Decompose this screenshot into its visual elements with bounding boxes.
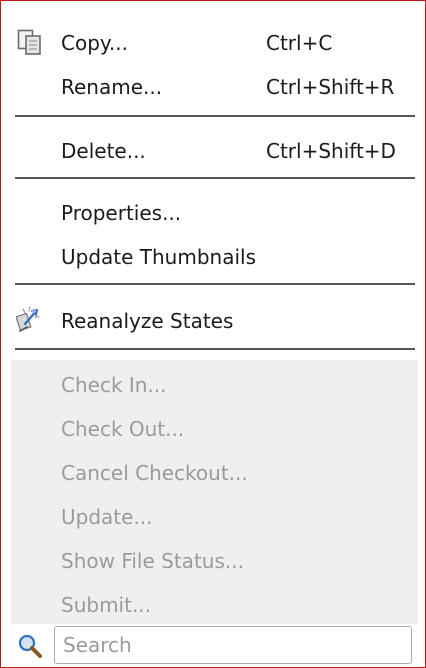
menu-item-label: Update Thumbnails [61,245,256,269]
copy-icon [17,29,43,61]
menu-item-update-thumbnails[interactable]: Update Thumbnails [1,235,425,279]
context-menu: Copy... Ctrl+C Rename... Ctrl+Shift+R De… [0,0,426,668]
menu-item-submit[interactable]: Submit... [1,583,425,627]
reanalyze-icon [15,305,44,339]
menu-item-label: Delete... [61,139,146,163]
menu-item-shortcut: Ctrl+C [266,31,333,55]
menu-item-label: Cancel Checkout... [61,461,248,485]
menu-item-update[interactable]: Update... [1,495,425,539]
menu-item-label: Submit... [61,593,152,617]
menu-item-cancel-checkout[interactable]: Cancel Checkout... [1,451,425,495]
menu-item-show-file-status[interactable]: Show File Status... [1,539,425,583]
menu-item-delete[interactable]: Delete... Ctrl+Shift+D [1,129,425,173]
search-icon [17,633,43,663]
menu-item-reanalyze-states[interactable]: Reanalyze States [1,299,425,343]
menu-item-shortcut: Ctrl+Shift+D [266,139,396,163]
menu-item-label: Properties... [61,201,182,225]
menu-item-properties[interactable]: Properties... [1,191,425,235]
menu-separator [15,283,415,285]
search-input[interactable] [54,626,412,664]
menu-item-label: Update... [61,505,153,529]
menu-item-check-out[interactable]: Check Out... [1,407,425,451]
menu-item-label: Reanalyze States [61,309,234,333]
menu-item-rename[interactable]: Rename... Ctrl+Shift+R [1,65,425,109]
menu-item-label: Check In... [61,373,167,397]
menu-item-check-in[interactable]: Check In... [1,363,425,407]
menu-item-copy[interactable]: Copy... Ctrl+C [1,21,425,65]
menu-separator [15,115,415,117]
menu-item-label: Show File Status... [61,549,244,573]
menu-separator [15,177,415,179]
menu-item-label: Copy... [61,31,128,55]
menu-item-label: Check Out... [61,417,185,441]
menu-item-label: Rename... [61,75,163,99]
menu-separator [15,348,415,350]
menu-item-shortcut: Ctrl+Shift+R [266,75,395,99]
